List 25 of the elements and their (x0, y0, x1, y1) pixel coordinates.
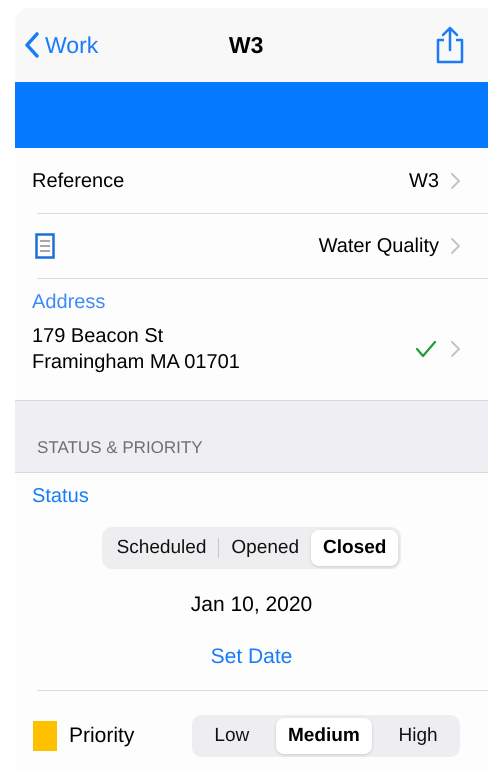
segment-option[interactable]: Closed (311, 530, 398, 566)
set-date-link[interactable]: Set Date (210, 640, 292, 672)
document-icon (35, 233, 55, 259)
address-line: Framingham MA 01701 (32, 350, 241, 375)
segment-option[interactable]: High (386, 718, 450, 754)
status-date: Jan 10, 2020 (190, 592, 312, 618)
share-icon[interactable] (434, 26, 466, 64)
address-line: 179 Beacon St (32, 324, 164, 349)
back-chevron-icon (25, 32, 39, 58)
status-label: Status (32, 484, 90, 509)
form-type-value: Water Quality (318, 234, 439, 259)
back-button[interactable]: Work (25, 28, 98, 62)
segment-option[interactable]: Low (202, 718, 262, 754)
segment-option[interactable]: Medium (276, 718, 372, 754)
segment-option[interactable]: Scheduled (104, 530, 218, 566)
chevron-right-icon (451, 238, 460, 254)
screen-title: W3 (228, 30, 264, 60)
chevron-right-icon (451, 172, 460, 188)
section-header: STATUS & PRIORITY (37, 436, 203, 458)
segment-option[interactable]: Opened (219, 530, 312, 566)
chevron-right-icon (451, 341, 460, 357)
address-label: Address (32, 290, 106, 315)
reference-value: W3 (409, 168, 439, 194)
priority-label: Priority (69, 723, 136, 750)
reference-label: Reference (32, 168, 126, 194)
